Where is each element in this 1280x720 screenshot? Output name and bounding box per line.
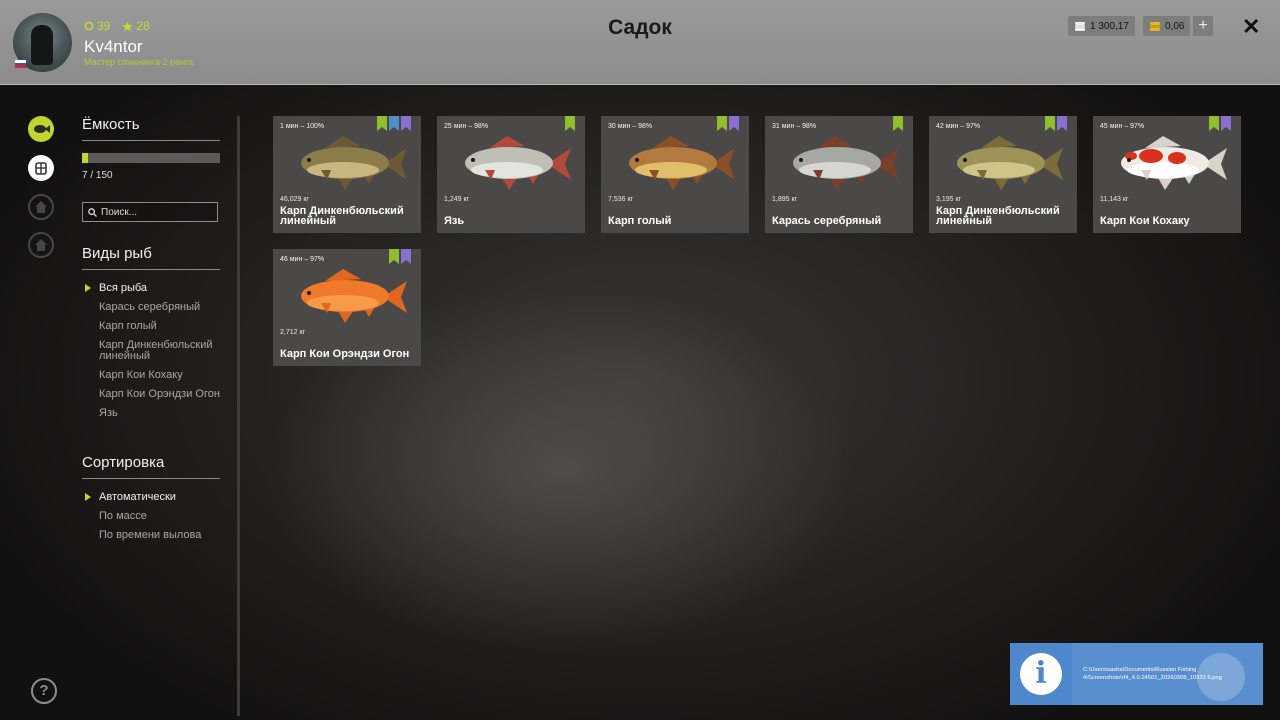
search-input[interactable]: Поиск... xyxy=(82,202,218,222)
capacity-bar xyxy=(82,153,220,163)
fish-name: Карп Динкенбюльский линейный xyxy=(280,205,404,227)
top-bar: 39 28 Kv4ntor Мастер спиннинга 2 ранга С… xyxy=(0,0,1280,85)
keepnet-icon[interactable] xyxy=(28,155,54,181)
fish-badges xyxy=(1209,116,1231,131)
fish-image xyxy=(301,269,407,323)
fish-weight: 1,249 кг xyxy=(444,196,470,203)
fish-weight: 11,143 кг xyxy=(1100,196,1129,203)
fish-card[interactable]: 25 мин – 98% 1,249 кг Язь xyxy=(437,116,585,233)
fish-weight: 7,536 кг xyxy=(608,196,634,203)
fish-name: Карп голый xyxy=(608,215,672,227)
capacity-bar-fill xyxy=(82,153,89,163)
search-icon xyxy=(88,207,97,217)
green-badge-icon xyxy=(717,116,727,131)
fish-icon[interactable] xyxy=(28,116,54,142)
catch-time: 42 мин – 97% xyxy=(936,123,981,130)
help-button[interactable]: ? xyxy=(31,678,57,704)
fish-image xyxy=(301,136,407,190)
russia-flag-icon xyxy=(15,60,26,69)
player-rank: Мастер спиннинга 2 ранга xyxy=(84,57,194,67)
green-badge-icon xyxy=(893,116,903,131)
capacity-text: 7 / 150 xyxy=(82,170,113,181)
sort-list: Автоматически По массе По времени вылова xyxy=(82,492,222,549)
fish-weight: 2,712 кг xyxy=(280,329,306,336)
close-button[interactable]: ✕ xyxy=(1242,14,1260,40)
purple-badge-icon xyxy=(401,116,411,131)
fish-badges xyxy=(565,116,575,131)
fish-badges xyxy=(1045,116,1067,131)
add-currency-button[interactable]: + xyxy=(1193,16,1213,36)
fish-image xyxy=(629,136,735,190)
species-item[interactable]: Карп голый xyxy=(82,321,222,332)
screenshot-notification[interactable]: i C:\Users\sasha\Documents\Russian Fishi… xyxy=(1010,643,1263,705)
sort-title: Сортировка xyxy=(82,454,220,479)
fish-badges xyxy=(893,116,903,131)
fish-card[interactable]: 45 мин – 97% 11,143 кг Карп Кои Кохаку xyxy=(1093,116,1241,233)
purple-badge-icon xyxy=(729,116,739,131)
fish-name: Карп Кои Кохаку xyxy=(1100,215,1190,227)
species-item[interactable]: Язь xyxy=(82,408,222,419)
species-item[interactable]: Карп Кои Кохаку xyxy=(82,370,222,381)
blue-badge-icon xyxy=(389,116,399,131)
fish-image xyxy=(957,136,1063,190)
fish-badges xyxy=(717,116,739,131)
capacity-section: Ёмкость xyxy=(82,116,220,141)
green-badge-icon xyxy=(1209,116,1219,131)
gold-coins-icon xyxy=(1150,22,1160,31)
species-item[interactable]: Карась серебряный xyxy=(82,302,222,313)
catch-time: 1 мин – 100% xyxy=(280,123,325,130)
catch-time: 25 мин – 98% xyxy=(444,123,489,130)
green-badge-icon xyxy=(389,249,399,264)
species-item[interactable]: Карп Динкенбюльский линейный xyxy=(82,340,222,362)
fish-name: Карась серебряный xyxy=(772,215,882,227)
silver-coins-icon xyxy=(1075,22,1085,31)
catch-time: 45 мин – 97% xyxy=(1100,123,1145,130)
sort-section: Сортировка xyxy=(82,454,220,479)
fish-image xyxy=(465,136,571,190)
species-title: Виды рыб xyxy=(82,245,220,270)
fish-name: Карп Кои Орэндзи Огон xyxy=(280,348,410,360)
green-badge-icon xyxy=(565,116,575,131)
home-icon[interactable] xyxy=(28,194,54,220)
catch-time: 31 мин – 98% xyxy=(772,123,817,130)
green-badge-icon xyxy=(377,116,387,131)
fish-image xyxy=(793,136,899,190)
player-name: Kv4ntor xyxy=(84,37,143,56)
fish-badges xyxy=(389,249,411,264)
species-item-all[interactable]: Вся рыба xyxy=(82,283,222,294)
catch-time: 30 мин – 98% xyxy=(608,123,653,130)
home-icon[interactable] xyxy=(28,232,54,258)
search-placeholder: Поиск... xyxy=(101,206,138,218)
gold-balance: 0,06 xyxy=(1143,16,1191,36)
fish-name: Язь xyxy=(444,215,465,227)
fish-image xyxy=(1121,136,1227,190)
fish-card[interactable]: 31 мин – 98% 1,895 кг Карась серебряный xyxy=(765,116,913,233)
fish-badges xyxy=(377,116,411,131)
fish-weight: 1,895 кг xyxy=(772,196,798,203)
fish-weight: 46,029 кг xyxy=(280,196,309,203)
catch-time: 46 мин – 97% xyxy=(280,256,325,263)
fish-name: Карп Динкенбюльский линейный xyxy=(936,205,1060,227)
fish-card[interactable]: 30 мин – 98% 7,536 кг Карп голый xyxy=(601,116,749,233)
sort-option-time[interactable]: По времени вылова xyxy=(82,530,222,541)
cursor-icon xyxy=(1197,653,1245,701)
green-badge-icon xyxy=(1045,116,1055,131)
fish-card[interactable]: 1 мин – 100% 46,029 кг Карп Динкенбюльский… xyxy=(273,116,421,233)
panel-divider xyxy=(237,116,240,716)
sort-option-mass[interactable]: По массе xyxy=(82,511,222,522)
capacity-title: Ёмкость xyxy=(82,116,220,141)
purple-badge-icon xyxy=(1221,116,1231,131)
fish-card[interactable]: 42 мин – 97% 3,195 кг Карп Динкенбюльский … xyxy=(929,116,1077,233)
species-list: Вся рыба Карась серебряный Карп голый Ка… xyxy=(82,283,222,427)
fish-card[interactable]: 46 мин – 97% 2,712 кг Карп Кои Орэндзи Ого… xyxy=(273,249,421,366)
species-section: Виды рыб xyxy=(82,245,220,270)
sort-option-auto[interactable]: Автоматически xyxy=(82,492,222,503)
purple-badge-icon xyxy=(401,249,411,264)
silver-balance: 1 300,17 xyxy=(1068,16,1135,36)
info-icon: i xyxy=(1010,643,1072,705)
purple-badge-icon xyxy=(1057,116,1067,131)
species-item[interactable]: Карп Кои Орэндзи Огон xyxy=(82,389,222,400)
fish-weight: 3,195 кг xyxy=(936,196,962,203)
